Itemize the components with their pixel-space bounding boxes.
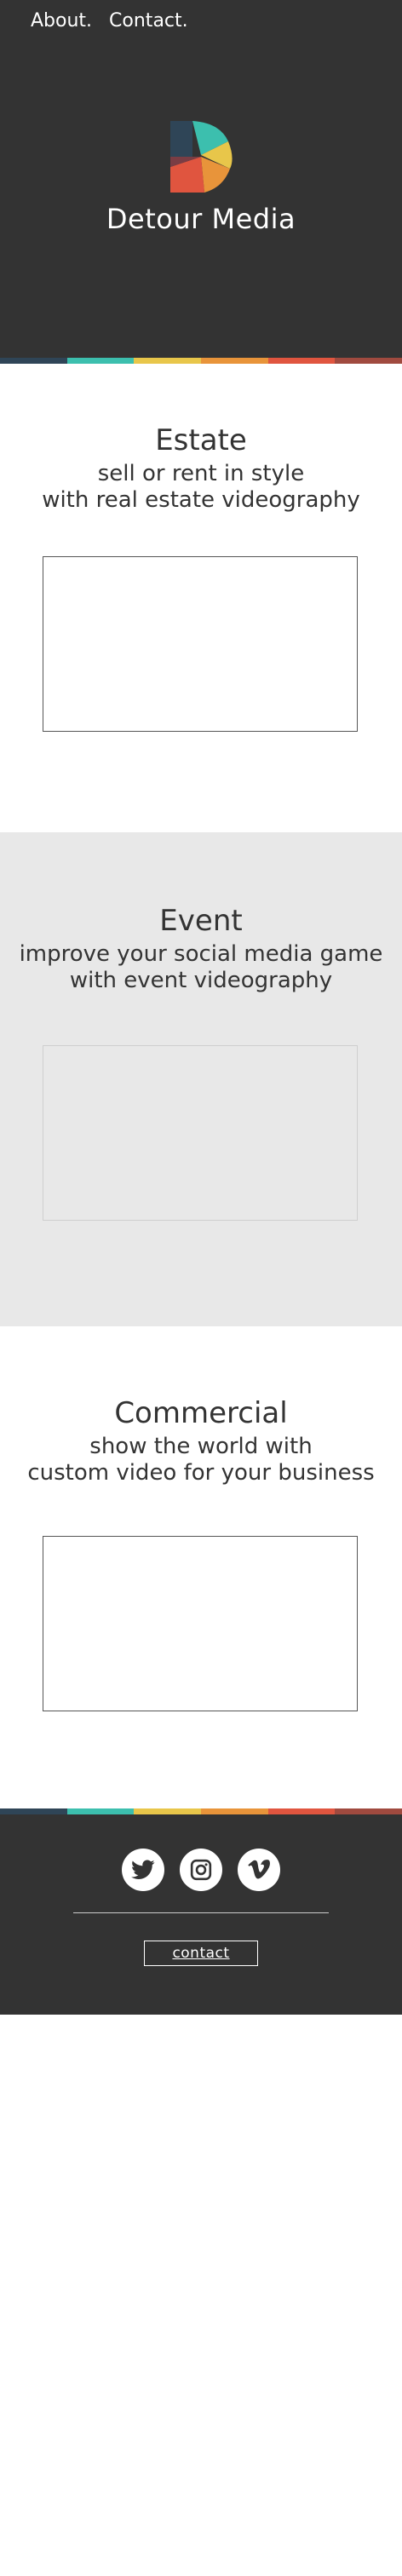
twitter-icon[interactable] (122, 1849, 164, 1891)
estate-video-frame[interactable] (43, 556, 358, 732)
section-subtitle-line1: improve your social media game (19, 941, 383, 967)
site-header: About. Contact. Detour Media (0, 0, 402, 358)
vimeo-icon[interactable] (238, 1849, 280, 1891)
nav-about-link[interactable]: About. (31, 10, 92, 32)
event-section: Event improve your social media game wit… (0, 832, 402, 1326)
section-subtitle-line2: with event videography (69, 968, 333, 993)
event-video-frame[interactable] (43, 1045, 358, 1221)
top-nav: About. Contact. (31, 10, 188, 32)
contact-button[interactable]: contact (144, 1941, 258, 1966)
section-title: Estate (155, 423, 247, 457)
commercial-section: Commercial show the world with custom vi… (0, 1326, 402, 1808)
estate-section: Estate sell or rent in style with real e… (0, 364, 402, 832)
color-stripe (0, 1808, 402, 1814)
site-footer: contact (0, 1814, 402, 2015)
section-subtitle-line2: custom video for your business (27, 1460, 375, 1486)
section-subtitle-line1: sell or rent in style (97, 461, 305, 486)
section-subtitle-line1: show the world with (89, 1434, 313, 1459)
social-links (0, 1849, 402, 1891)
nav-contact-link[interactable]: Contact. (109, 10, 188, 32)
section-title: Event (159, 904, 243, 938)
color-stripe (0, 358, 402, 364)
instagram-icon[interactable] (180, 1849, 222, 1891)
footer-divider (73, 1912, 329, 1913)
brand-name: Detour Media (106, 203, 296, 235)
section-title: Commercial (114, 1396, 288, 1430)
section-subtitle-line2: with real estate videography (42, 487, 360, 513)
commercial-video-frame[interactable] (43, 1536, 358, 1711)
aperture-d-logo-icon (170, 121, 233, 193)
